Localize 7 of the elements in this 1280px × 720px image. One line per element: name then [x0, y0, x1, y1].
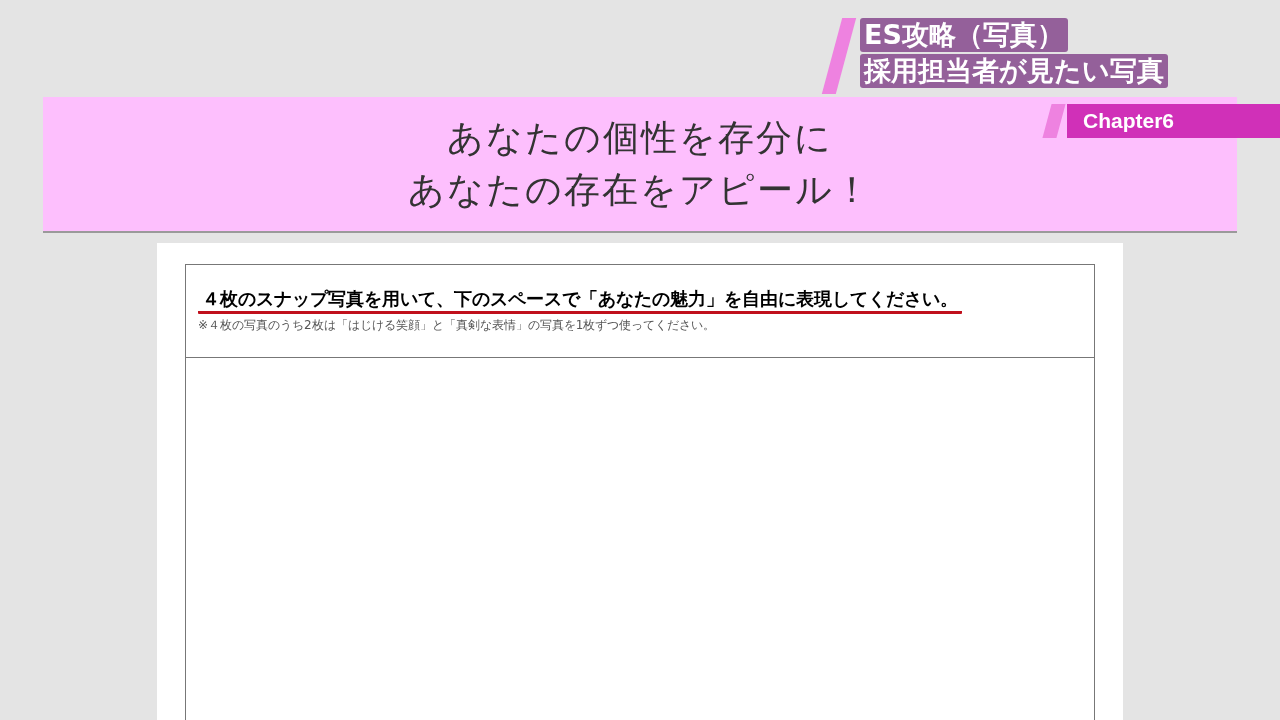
banner-heading: あなたの存在をアピール！ [408, 168, 872, 212]
chapter-label: Chapter6 [1067, 104, 1280, 138]
overlay-subtitle: 採用担当者が見たい写真 [860, 54, 1168, 88]
banner-heading: あなたの個性を存分に [447, 116, 833, 160]
instruction-text: ４枚のスナップ写真を用いて、下のスペースで「あなたの魅力」を自由に表現してください。 [198, 287, 962, 314]
overlay-title: ES攻略（写真） [860, 18, 1068, 52]
note-text: ※４枚の写真のうち2枚は「はじける笑顔」と「真剣な表情」の写真を1枚ずつ使ってください。 [198, 317, 717, 333]
